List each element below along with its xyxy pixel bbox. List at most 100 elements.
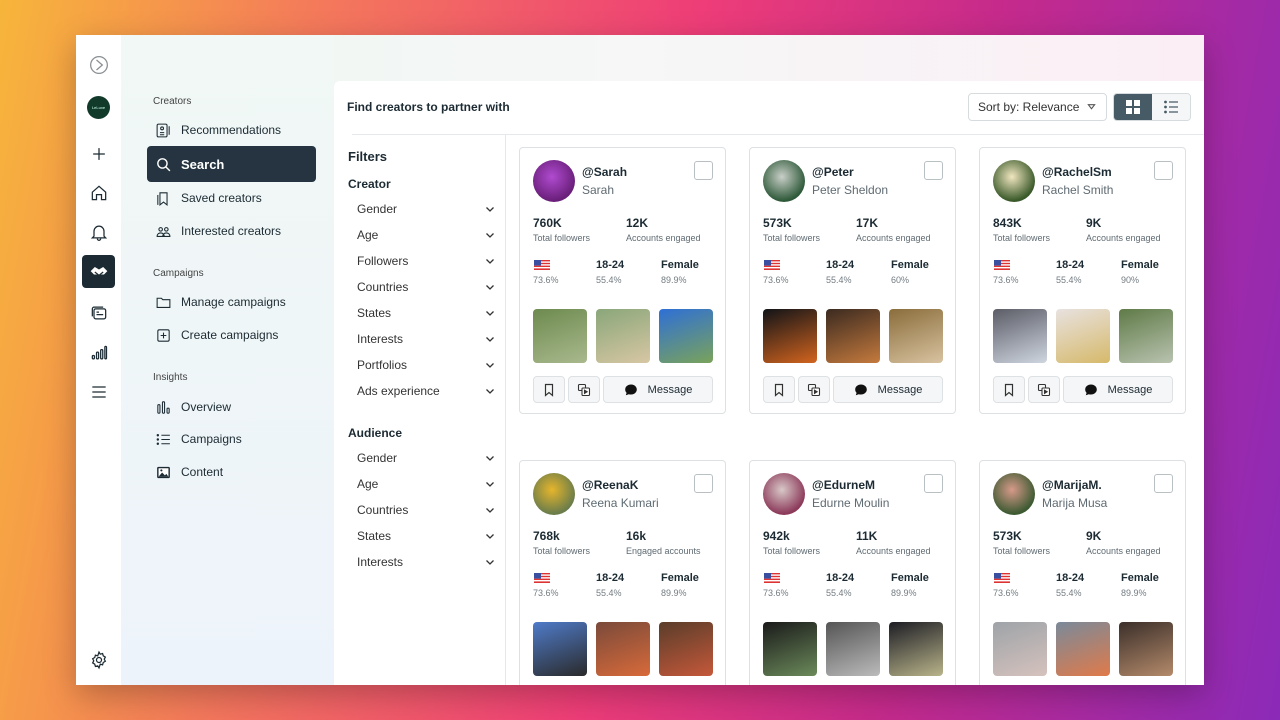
filter-dropdown[interactable]: Interests	[357, 552, 495, 572]
filter-dropdown[interactable]: Gender	[357, 199, 495, 219]
message-icon	[1084, 384, 1097, 395]
filter-dropdown[interactable]: Interests	[357, 329, 495, 349]
portfolio-thumbnail[interactable]	[993, 309, 1047, 363]
account-avatar[interactable]: LeLuxe	[82, 91, 115, 124]
list-view-button[interactable]	[1152, 94, 1190, 120]
filter-dropdown[interactable]: Countries	[357, 500, 495, 520]
logo-icon[interactable]	[82, 48, 115, 81]
sort-dropdown[interactable]: Sort by: Relevance	[968, 93, 1107, 121]
add-to-campaign-button[interactable]	[798, 376, 830, 403]
message-button[interactable]: Message	[603, 376, 713, 403]
creator-handle[interactable]: @EdurneM	[812, 478, 875, 492]
followers-count: 843K	[993, 216, 1022, 230]
ads-icon[interactable]	[82, 296, 115, 329]
portfolio-thumbnail[interactable]	[659, 309, 713, 363]
portfolio-thumbnail[interactable]	[889, 309, 943, 363]
filter-dropdown[interactable]: Gender	[357, 448, 495, 468]
chevron-down-icon	[486, 285, 494, 290]
engaged-label: Accounts engaged	[856, 546, 931, 556]
sidebar-item-saved-creators[interactable]: Saved creators	[147, 180, 316, 216]
avatar[interactable]	[993, 473, 1035, 515]
select-checkbox[interactable]	[694, 161, 713, 180]
avatar[interactable]	[533, 160, 575, 202]
add-to-campaign-button[interactable]	[1028, 376, 1060, 403]
gender: Female	[891, 572, 929, 584]
avatar[interactable]	[763, 160, 805, 202]
portfolio-thumbnail[interactable]	[763, 622, 817, 676]
creator-card[interactable]: @Sarah Sarah 760K Total followers 12K Ac…	[519, 147, 726, 414]
creator-name: Sarah	[582, 183, 615, 197]
portfolio-thumbnail[interactable]	[1056, 309, 1110, 363]
portfolio-thumbnail[interactable]	[596, 622, 650, 676]
add-to-campaign-button[interactable]	[568, 376, 600, 403]
grid-view-button[interactable]	[1114, 94, 1152, 120]
portfolio-thumbnail[interactable]	[826, 622, 880, 676]
bell-icon[interactable]	[82, 215, 115, 248]
sidebar-item-insights-campaigns[interactable]: Campaigns	[147, 421, 316, 457]
filter-dropdown[interactable]: Followers	[357, 251, 495, 271]
bar-chart-icon[interactable]	[82, 336, 115, 369]
sidebar-item-overview[interactable]: Overview	[147, 389, 316, 425]
select-checkbox[interactable]	[1154, 474, 1173, 493]
handshake-icon[interactable]	[82, 255, 115, 288]
avatar[interactable]	[993, 160, 1035, 202]
sidebar-item-recommendations[interactable]: Recommendations	[147, 112, 316, 148]
filter-label: Ads experience	[357, 384, 440, 398]
portfolio-thumbnail[interactable]	[826, 309, 880, 363]
portfolio-thumbnail[interactable]	[993, 622, 1047, 676]
save-creator-button[interactable]	[993, 376, 1025, 403]
message-button[interactable]: Message	[1063, 376, 1173, 403]
creator-handle[interactable]: @Sarah	[582, 165, 627, 179]
filter-dropdown[interactable]: Countries	[357, 277, 495, 297]
chevron-down-icon	[486, 207, 494, 212]
sidebar-item-manage-campaigns[interactable]: Manage campaigns	[147, 284, 316, 320]
save-creator-button[interactable]	[763, 376, 795, 403]
age-percent: 55.4%	[1056, 588, 1082, 598]
sidebar-item-content[interactable]: Content	[147, 454, 316, 490]
creator-card[interactable]: @Peter Peter Sheldon 573K Total follower…	[749, 147, 956, 414]
select-checkbox[interactable]	[694, 474, 713, 493]
engaged-count: 11K	[856, 529, 878, 543]
creator-card[interactable]: @RachelSm Rachel Smith 843K Total follow…	[979, 147, 1186, 414]
creator-handle[interactable]: @ReenaK	[582, 478, 638, 492]
creator-handle[interactable]: @Peter	[812, 165, 854, 179]
filter-dropdown[interactable]: States	[357, 526, 495, 546]
save-creator-button[interactable]	[533, 376, 565, 403]
filter-dropdown[interactable]: Age	[357, 474, 495, 494]
portfolio-thumbnail[interactable]	[533, 622, 587, 676]
portfolio-thumbnail[interactable]	[596, 309, 650, 363]
portfolio-thumbnail[interactable]	[1119, 622, 1173, 676]
filter-dropdown[interactable]: Age	[357, 225, 495, 245]
select-checkbox[interactable]	[924, 474, 943, 493]
creator-card[interactable]: @MarijaM. Marija Musa 573K Total followe…	[979, 460, 1186, 685]
portfolio-thumbnail[interactable]	[533, 309, 587, 363]
portfolio-thumbnail[interactable]	[659, 622, 713, 676]
message-button[interactable]: Message	[833, 376, 943, 403]
home-icon[interactable]	[82, 176, 115, 209]
sidebar-item-search[interactable]: Search	[147, 146, 316, 182]
portfolio-thumbnail[interactable]	[889, 622, 943, 676]
portfolio-thumbnail[interactable]	[1119, 309, 1173, 363]
portfolio-thumbnail[interactable]	[763, 309, 817, 363]
age-percent: 55.4%	[826, 275, 852, 285]
select-checkbox[interactable]	[1154, 161, 1173, 180]
filter-dropdown[interactable]: Portfolios	[357, 355, 495, 375]
avatar[interactable]	[763, 473, 805, 515]
creator-handle[interactable]: @MarijaM.	[1042, 478, 1102, 492]
menu-icon[interactable]	[82, 375, 115, 408]
creator-handle[interactable]: @RachelSm	[1042, 165, 1112, 179]
select-checkbox[interactable]	[924, 161, 943, 180]
engaged-label: Accounts engaged	[1086, 233, 1161, 243]
portfolio-thumbnail[interactable]	[1056, 622, 1110, 676]
filter-dropdown[interactable]: Ads experience	[357, 381, 495, 401]
creator-card[interactable]: @EdurneM Edurne Moulin 942k Total follow…	[749, 460, 956, 685]
plus-icon[interactable]	[82, 137, 115, 170]
creator-card[interactable]: @ReenaK Reena Kumari 768k Total follower…	[519, 460, 726, 685]
filter-dropdown[interactable]: States	[357, 303, 495, 323]
gear-icon[interactable]	[82, 643, 115, 676]
sidebar-item-interested-creators[interactable]: Interested creators	[147, 213, 316, 249]
avatar[interactable]	[533, 473, 575, 515]
chevron-down-icon	[486, 233, 494, 238]
sidebar-item-create-campaigns[interactable]: Create campaigns	[147, 317, 316, 353]
filters-title: Filters	[348, 149, 388, 164]
